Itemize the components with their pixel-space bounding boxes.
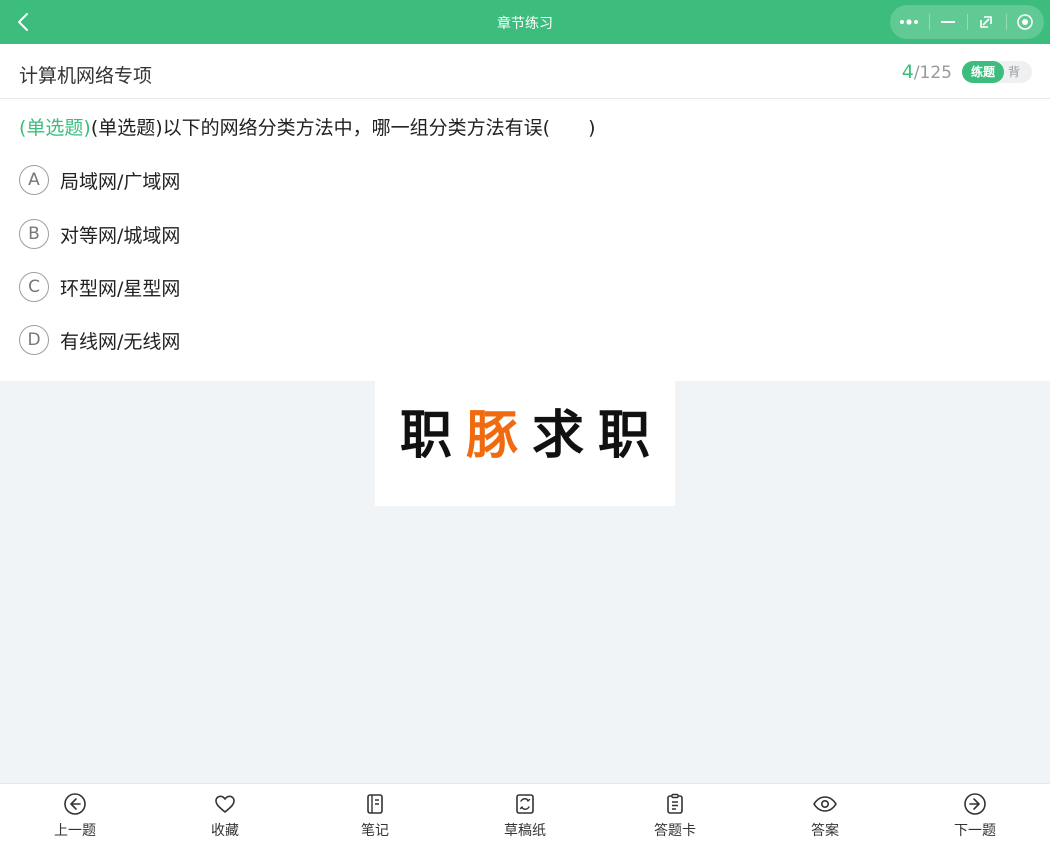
logo-char-accent: 豚 — [465, 406, 532, 466]
option-b[interactable]: B 对等网/城域网 — [19, 218, 180, 250]
answer-sheet-button[interactable]: 答题卡 — [625, 792, 725, 844]
logo-char: 职 — [399, 406, 466, 466]
answer-sheet-label: 答题卡 — [654, 823, 696, 839]
minimize-icon[interactable] — [928, 5, 968, 39]
clipboard-icon — [625, 792, 725, 816]
scratch-paper-label: 草稿纸 — [504, 823, 546, 839]
more-options-icon[interactable] — [890, 5, 929, 39]
window-controls — [890, 5, 1044, 39]
answer-label: 答案 — [811, 823, 839, 839]
favorite-button[interactable]: 收藏 — [175, 792, 275, 844]
brand-logo-banner[interactable]: 职豚求职 — [375, 381, 675, 506]
heart-icon — [175, 792, 275, 816]
option-letter: A — [19, 165, 49, 195]
question-stem: (单选题)(单选题)以下的网络分类方法中，哪一组分类方法有误( ) — [19, 113, 595, 140]
prev-question-button[interactable]: 上一题 — [25, 792, 125, 844]
notebook-icon — [325, 792, 425, 816]
option-text: 局域网/广域网 — [60, 170, 181, 193]
notes-label: 笔记 — [361, 823, 389, 839]
top-bar: 章节练习 — [0, 0, 1050, 44]
option-letter: C — [19, 272, 49, 302]
close-icon[interactable] — [1005, 5, 1045, 39]
option-c[interactable]: C 环型网/星型网 — [19, 271, 180, 303]
scratch-paper-button[interactable]: 草稿纸 — [475, 792, 575, 844]
restore-icon[interactable] — [967, 5, 1006, 39]
eye-icon — [775, 792, 875, 816]
mode-toggle[interactable]: 练题 背 — [962, 61, 1032, 83]
question-text: (单选题)以下的网络分类方法中，哪一组分类方法有误( ) — [90, 117, 596, 139]
mode-memorize[interactable]: 背 — [1008, 61, 1020, 83]
notes-button[interactable]: 笔记 — [325, 792, 425, 844]
current-question-number: 4 — [901, 61, 914, 83]
bottom-toolbar: 上一题 收藏 笔记 草稿纸 答题卡 答案 下一题 — [0, 783, 1050, 844]
question-type-label: (单选题) — [19, 117, 91, 139]
question-progress: 4/125 — [902, 61, 952, 83]
scratch-paper-icon — [475, 792, 575, 816]
mode-practice[interactable]: 练题 — [962, 61, 1004, 83]
logo-char: 求 — [532, 406, 599, 466]
option-text: 有线网/无线网 — [60, 330, 181, 353]
option-letter: D — [19, 325, 49, 355]
chapter-header: 计算机网络专项 4/125 — [0, 44, 1050, 99]
chapter-title: 计算机网络专项 — [19, 65, 153, 87]
option-d[interactable]: D 有线网/无线网 — [19, 324, 180, 356]
answer-button[interactable]: 答案 — [775, 792, 875, 844]
total-questions: 125 — [919, 63, 952, 83]
option-a[interactable]: A 局域网/广域网 — [19, 164, 180, 196]
favorite-label: 收藏 — [211, 823, 239, 839]
logo-char: 职 — [598, 406, 665, 466]
arrow-left-circle-icon — [25, 792, 125, 816]
arrow-right-circle-icon — [925, 792, 1025, 816]
question-area: (单选题)(单选题)以下的网络分类方法中，哪一组分类方法有误( ) A 局域网/… — [0, 99, 1050, 381]
option-text: 环型网/星型网 — [60, 277, 181, 300]
next-question-label: 下一题 — [954, 823, 996, 839]
option-letter: B — [19, 219, 49, 249]
next-question-button[interactable]: 下一题 — [925, 792, 1025, 844]
option-text: 对等网/城域网 — [60, 224, 181, 247]
prev-question-label: 上一题 — [54, 823, 96, 839]
brand-logo: 职豚求职 — [375, 393, 675, 468]
